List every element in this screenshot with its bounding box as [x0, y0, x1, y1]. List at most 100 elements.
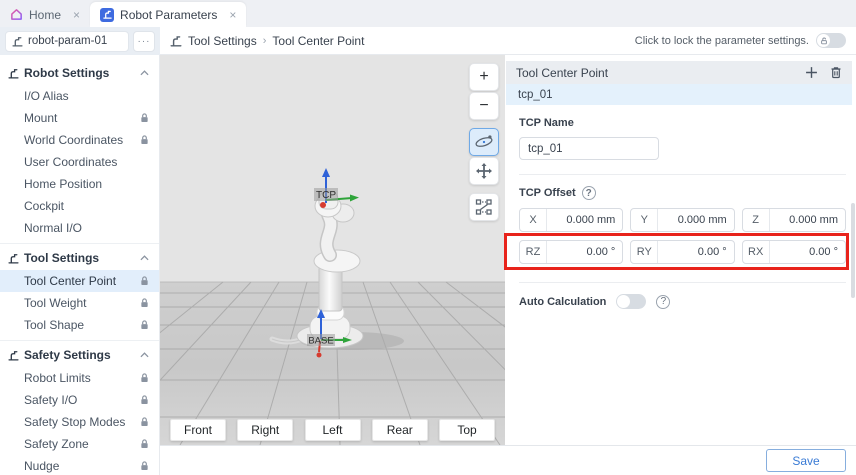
sidebar-item-home-position[interactable]: Home Position: [0, 173, 159, 195]
section-tool-settings: Tool Settings Tool Center Point Tool Wei…: [0, 243, 159, 340]
sidebar-item-world-coordinates[interactable]: World Coordinates: [0, 129, 159, 151]
tab-bar: Home × Robot Parameters ×: [0, 0, 856, 27]
sidebar-item-label: Nudge: [24, 459, 59, 473]
auto-calculation-toggle[interactable]: [616, 294, 646, 309]
sidebar-item-mount[interactable]: Mount: [0, 107, 159, 129]
tab-robot-parameters[interactable]: Robot Parameters ×: [90, 2, 246, 27]
field-label: Z: [743, 209, 770, 231]
sidebar-item-safety-io[interactable]: Safety I/O: [0, 389, 159, 411]
robot-3d-viewport[interactable]: TCP BASE: [160, 55, 505, 445]
tcp-name-input[interactable]: [519, 137, 659, 160]
parameter-lock-toggle[interactable]: [816, 33, 846, 48]
zoom-out-button[interactable]: −: [469, 92, 499, 120]
sidebar-item-tool-shape[interactable]: Tool Shape: [0, 314, 159, 336]
tab-home-label: Home: [29, 8, 61, 22]
tab-home[interactable]: Home ×: [0, 2, 90, 27]
robot-3d-scene: TCP BASE: [160, 55, 505, 445]
view-right-button[interactable]: Right: [237, 419, 293, 441]
sidebar-item-label: Mount: [24, 111, 57, 125]
sidebar: Robot Settings I/O Alias Mount World Coo…: [0, 55, 160, 475]
tcp-list-item-selected[interactable]: tcp_01: [506, 84, 852, 105]
offset-x-field[interactable]: X 0.000 mm: [519, 208, 623, 232]
breadcrumb-bar: Tool Settings › Tool Center Point Click …: [160, 27, 856, 55]
view-top-button[interactable]: Top: [439, 419, 495, 441]
divider: [519, 282, 846, 283]
lock-icon: [140, 439, 149, 449]
tab-robot-parameters-close-icon[interactable]: ×: [229, 9, 236, 21]
field-value: 0.000 mm: [547, 209, 622, 231]
param-name-box[interactable]: robot-param-01: [5, 31, 129, 52]
sidebar-item-tool-center-point[interactable]: Tool Center Point: [0, 270, 159, 292]
offset-y-field[interactable]: Y 0.000 mm: [630, 208, 734, 232]
chevron-up-icon[interactable]: [140, 352, 149, 358]
field-label: RZ: [520, 241, 547, 263]
lock-icon: [140, 320, 149, 330]
sidebar-item-label: World Coordinates: [24, 133, 123, 147]
add-tcp-button[interactable]: [805, 66, 818, 79]
chevron-up-icon[interactable]: [140, 70, 149, 76]
lock-icon: [140, 135, 149, 145]
save-button[interactable]: Save: [766, 449, 846, 472]
sidebar-item-safety-zone[interactable]: Safety Zone: [0, 433, 159, 455]
orbit-rotate-button[interactable]: [469, 128, 499, 156]
sidebar-item-label: Safety Zone: [24, 437, 89, 451]
view-rear-button[interactable]: Rear: [372, 419, 428, 441]
section-label: Robot Settings: [24, 66, 109, 80]
pan-button[interactable]: [469, 157, 499, 185]
auto-calculation-label: Auto Calculation: [519, 296, 606, 308]
field-label: RY: [631, 241, 658, 263]
lock-icon: [140, 461, 149, 471]
section-header-robot-settings[interactable]: Robot Settings: [0, 61, 159, 85]
sidebar-item-label: Cockpit: [24, 199, 64, 213]
sidebar-item-robot-limits[interactable]: Robot Limits: [0, 367, 159, 389]
more-options-button[interactable]: ···: [133, 31, 155, 52]
view-front-button[interactable]: Front: [170, 419, 226, 441]
sidebar-item-io-alias[interactable]: I/O Alias: [0, 85, 159, 107]
sidebar-item-label: Robot Limits: [24, 371, 91, 385]
field-value: 0.000 mm: [770, 209, 845, 231]
sidebar-item-tool-weight[interactable]: Tool Weight: [0, 292, 159, 314]
field-label: Y: [631, 209, 658, 231]
view-left-button[interactable]: Left: [305, 419, 361, 441]
delete-tcp-button[interactable]: [830, 66, 842, 79]
lock-icon: [140, 298, 149, 308]
offset-ry-field[interactable]: RY 0.00 °: [630, 240, 734, 264]
offset-z-field[interactable]: Z 0.000 mm: [742, 208, 846, 232]
footer-bar: Save: [160, 445, 856, 475]
sidebar-item-normal-io[interactable]: Normal I/O: [0, 217, 159, 239]
breadcrumb-separator: ›: [263, 35, 267, 47]
tcp-name-label: TCP Name: [519, 117, 846, 129]
lock-icon: [140, 113, 149, 123]
lock-icon: [140, 276, 149, 286]
panel-header: Tool Center Point: [506, 61, 852, 84]
zoom-in-button[interactable]: +: [469, 63, 499, 91]
measure-icon: [475, 198, 493, 216]
tcp-offset-help-icon[interactable]: ?: [582, 186, 596, 200]
home-icon: [10, 8, 23, 21]
sidebar-item-cockpit[interactable]: Cockpit: [0, 195, 159, 217]
robot-icon: [12, 36, 23, 47]
sidebar-item-nudge[interactable]: Nudge: [0, 455, 159, 475]
view-buttons: Front Right Left Rear Top: [170, 419, 495, 441]
orbit-icon: [474, 133, 494, 151]
tab-home-close-icon[interactable]: ×: [73, 9, 80, 21]
offset-rx-field[interactable]: RX 0.00 °: [742, 240, 846, 264]
sidebar-item-user-coordinates[interactable]: User Coordinates: [0, 151, 159, 173]
unlock-icon: [817, 34, 830, 47]
lock-banner-text: Click to lock the parameter settings.: [635, 35, 809, 47]
section-header-safety-settings[interactable]: Safety Settings: [0, 343, 159, 367]
sidebar-item-safety-stop-modes[interactable]: Safety Stop Modes: [0, 411, 159, 433]
field-value: 0.00 °: [658, 241, 733, 263]
section-header-tool-settings[interactable]: Tool Settings: [0, 246, 159, 270]
auto-calculation-help-icon[interactable]: ?: [656, 295, 670, 309]
field-label: X: [520, 209, 547, 231]
measure-button[interactable]: [469, 193, 499, 221]
panel-scrollbar[interactable]: [851, 203, 855, 298]
breadcrumb-section[interactable]: Tool Settings: [188, 34, 257, 48]
sidebar-item-label: Tool Weight: [24, 296, 86, 310]
offset-rz-field[interactable]: RZ 0.00 °: [519, 240, 623, 264]
chevron-up-icon[interactable]: [140, 255, 149, 261]
tcp-offset-label: TCP Offset ?: [519, 186, 846, 200]
robot-icon: [8, 68, 19, 79]
pan-icon: [475, 162, 493, 180]
